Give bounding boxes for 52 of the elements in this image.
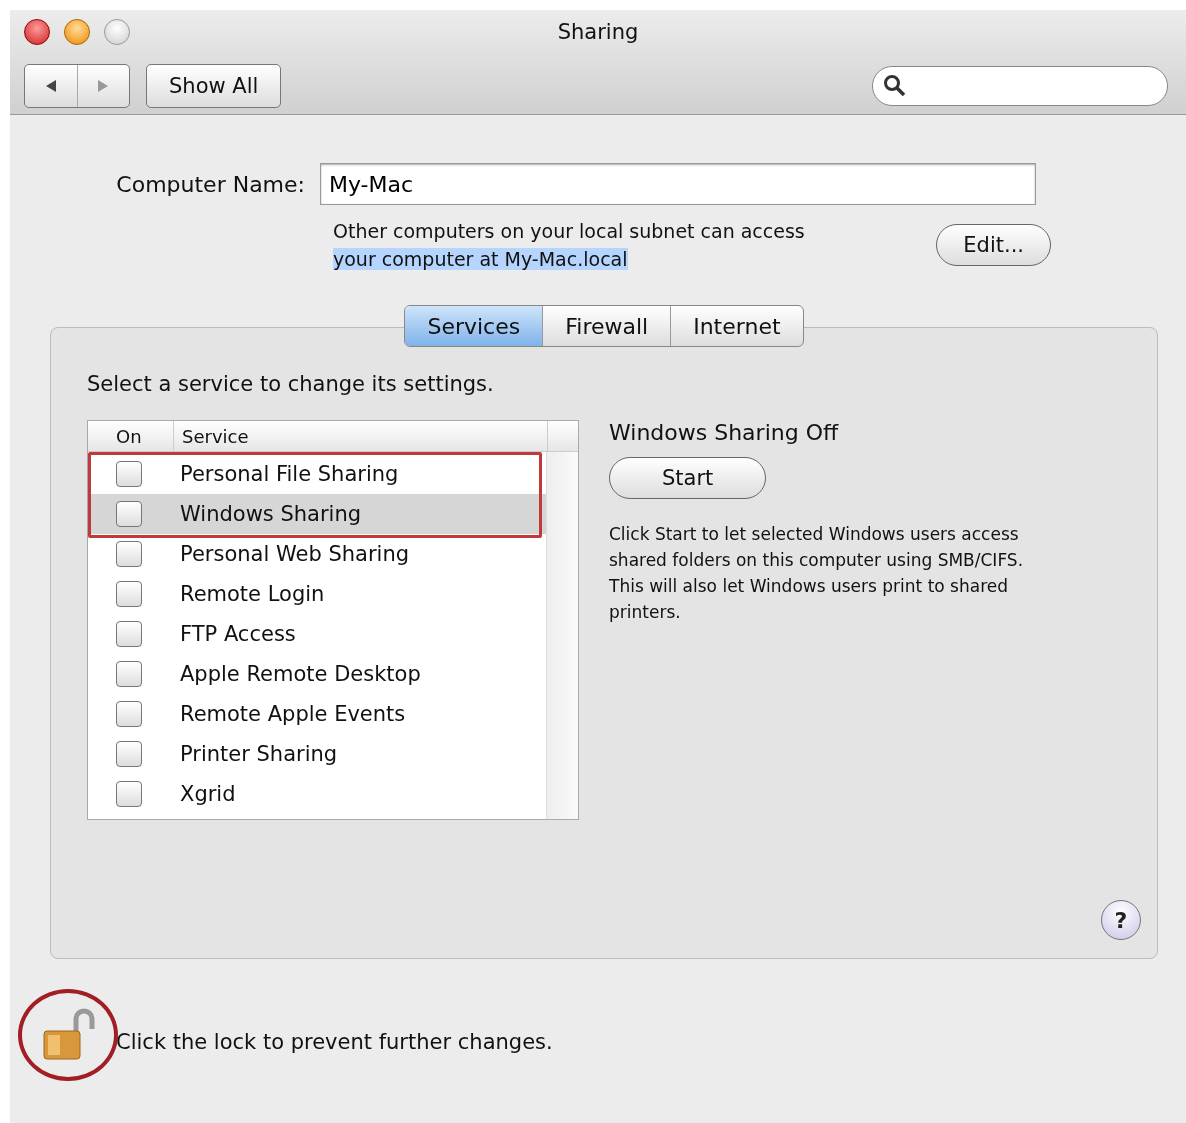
edit-button[interactable]: Edit... <box>936 224 1051 266</box>
checkbox[interactable] <box>116 501 142 527</box>
window-title: Sharing <box>557 20 639 44</box>
search-icon <box>883 74 907 98</box>
service-name: Windows Sharing <box>180 502 362 526</box>
show-all-button[interactable]: Show All <box>146 64 282 108</box>
table-row[interactable]: Remote Login <box>88 574 546 614</box>
checkbox[interactable] <box>116 781 142 807</box>
minimize-button[interactable] <box>64 19 90 45</box>
close-button[interactable] <box>24 19 50 45</box>
instruction-text: Select a service to change its settings. <box>87 372 495 396</box>
service-name: Apple Remote Desktop <box>180 662 421 686</box>
start-button[interactable]: Start <box>609 457 767 499</box>
service-name: Personal File Sharing <box>180 462 399 486</box>
table-row[interactable]: Personal Web Sharing <box>88 534 546 574</box>
table-row[interactable]: Windows Sharing <box>88 494 546 534</box>
help-button[interactable]: ? <box>1101 900 1141 940</box>
service-name: Printer Sharing <box>180 742 338 766</box>
lock-message: Click the lock to prevent further changes. <box>116 1030 553 1054</box>
service-status: Windows Sharing Off <box>609 420 840 445</box>
checkbox[interactable] <box>116 461 142 487</box>
table-row[interactable]: Personal File Sharing <box>88 454 546 494</box>
checkbox[interactable] <box>116 581 142 607</box>
column-header[interactable]: Service <box>174 421 548 451</box>
zoom-button[interactable] <box>104 19 130 45</box>
tab[interactable]: Internet <box>671 306 803 346</box>
service-name: Xgrid <box>180 782 236 806</box>
address-note: Other computers on your local subnet can access your computer at My-Mac.local <box>333 219 805 272</box>
computer-name-field[interactable]: My-Mac <box>320 163 1036 205</box>
table-row[interactable]: Apple Remote Desktop <box>88 654 546 694</box>
table-row[interactable]: FTP Access <box>88 614 546 654</box>
checkbox[interactable] <box>116 661 142 687</box>
service-name: Personal Web Sharing <box>180 542 410 566</box>
column-header[interactable]: On <box>88 421 174 451</box>
checkbox[interactable] <box>116 701 142 727</box>
tab[interactable]: Firewall <box>543 306 672 346</box>
service-description: Click Start to let selected Windows users access shared folders on this computer using SMB/CIFS. This will also let Windows users print to shared printers. <box>609 523 1025 624</box>
checkbox[interactable] <box>116 541 142 567</box>
service-name: FTP Access <box>180 622 296 646</box>
table-row[interactable]: Printer Sharing <box>88 734 546 774</box>
checkbox[interactable] <box>116 621 142 647</box>
tab[interactable]: Services <box>405 306 544 346</box>
table-row[interactable]: Remote Apple Events <box>88 694 546 734</box>
computer-name-label: Computer Name: <box>115 171 306 197</box>
search-field[interactable] <box>872 66 1168 106</box>
service-name: Remote Apple Events <box>180 702 406 726</box>
address-link[interactable]: your computer at My-Mac.local <box>333 248 628 270</box>
scroll-bar[interactable] <box>546 452 578 819</box>
table-row[interactable]: Xgrid <box>88 774 546 814</box>
checkbox[interactable] <box>116 741 142 767</box>
service-name: Remote Login <box>180 582 325 606</box>
open-lock-icon[interactable] <box>40 1007 96 1063</box>
